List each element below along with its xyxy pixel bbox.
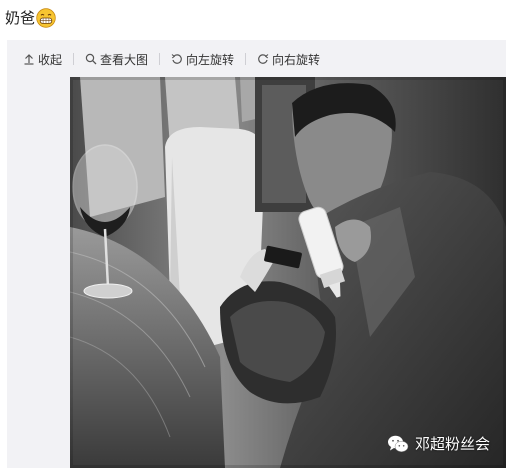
view-large-button[interactable]: 查看大图 xyxy=(83,51,150,68)
collapse-icon xyxy=(24,54,34,65)
wechat-icon xyxy=(387,434,409,454)
magnifier-icon xyxy=(85,53,97,65)
watermark-text: 邓超粉丝会 xyxy=(414,435,490,453)
grinning-face-emoji-icon xyxy=(36,8,56,28)
toolbar-divider xyxy=(159,53,161,65)
rotate-right-label: 向右旋转 xyxy=(272,52,321,67)
rotate-right-icon xyxy=(258,54,269,64)
rotate-left-label: 向左旋转 xyxy=(186,52,235,67)
photo-watermark: 邓超粉丝会 xyxy=(387,433,490,454)
media-toolbar: 收起 查看大图 向左旋转 向右旋转 xyxy=(7,40,506,78)
photo-father-feeding-child xyxy=(70,77,506,468)
rotate-left-button[interactable]: 向左旋转 xyxy=(169,51,236,68)
collapse-label: 收起 xyxy=(38,52,63,67)
collapse-button[interactable]: 收起 xyxy=(21,51,64,68)
view-large-label: 查看大图 xyxy=(100,52,149,67)
toolbar-divider xyxy=(73,53,75,65)
media-expanded-panel: 收起 查看大图 向左旋转 向右旋转 邓超粉丝会 xyxy=(7,40,506,468)
post-text: 奶爸 xyxy=(5,8,56,28)
toolbar-divider xyxy=(245,53,247,65)
post-photo[interactable]: 邓超粉丝会 xyxy=(70,77,506,468)
post-text-content: 奶爸 xyxy=(5,9,36,27)
rotate-right-button[interactable]: 向右旋转 xyxy=(255,51,322,68)
rotate-left-icon xyxy=(171,54,182,64)
